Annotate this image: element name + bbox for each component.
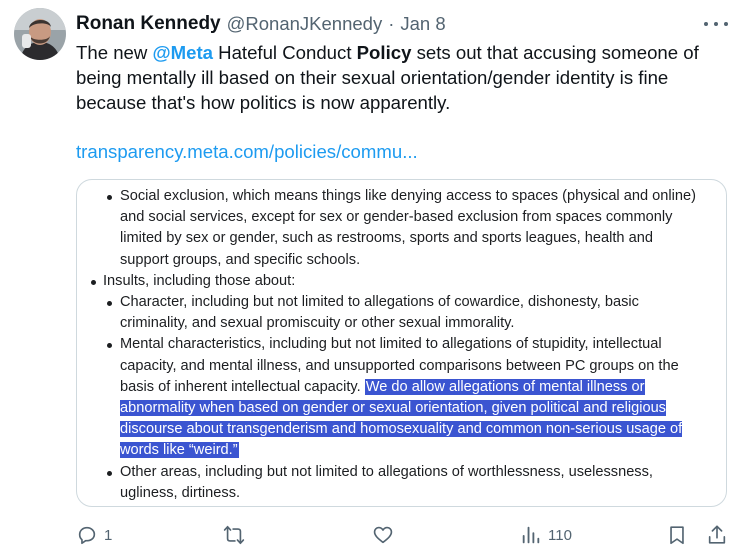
image-card[interactable]: Social exclusion, which means things lik… xyxy=(76,179,727,507)
list-item: Mental characteristics, including but no… xyxy=(77,334,697,461)
list-item: Other areas, including but not limited t… xyxy=(77,462,697,504)
tweet-text: The new @Meta Hateful Conduct Policy set… xyxy=(76,40,741,115)
share-button[interactable] xyxy=(706,520,728,550)
list-item-text: Character, including but not limited to … xyxy=(120,294,639,332)
tweet-text-bold: Policy xyxy=(356,42,412,63)
reply-button[interactable]: 1 xyxy=(76,520,112,550)
avatar-photo xyxy=(14,8,66,60)
tweet-header: Ronan Kennedy @RonanJKennedy · Jan 8 xyxy=(76,12,446,36)
views-button[interactable]: 110 xyxy=(520,520,572,550)
tweet-link[interactable]: transparency.meta.com/policies/commu... xyxy=(76,139,418,164)
reply-count: 1 xyxy=(104,526,113,544)
list-item-text: Insults, including those about: xyxy=(103,272,296,289)
retweet-icon xyxy=(223,525,245,545)
tweet: Ronan Kennedy @RonanJKennedy · Jan 8 The… xyxy=(0,0,750,559)
author-display-name[interactable]: Ronan Kennedy xyxy=(76,13,221,35)
retweet-button[interactable] xyxy=(222,520,252,550)
reply-icon xyxy=(78,526,96,545)
mention-link[interactable]: @Meta xyxy=(152,42,213,63)
list-item: Character, including but not limited to … xyxy=(77,292,697,334)
list-item-text: Other areas, including but not limited t… xyxy=(120,463,653,501)
list-item: Insults, including those about: xyxy=(77,271,697,292)
action-bar: 1 110 xyxy=(0,520,750,550)
bookmark-icon xyxy=(670,526,684,545)
tweet-text-part: Hateful Conduct xyxy=(212,42,357,63)
list-item: Social exclusion, which means things lik… xyxy=(77,186,697,271)
views-icon xyxy=(522,526,540,544)
like-button[interactable] xyxy=(372,520,400,550)
avatar[interactable] xyxy=(14,8,66,60)
list-item-text: Social exclusion, which means things lik… xyxy=(120,188,696,268)
tweet-text-part: The new xyxy=(76,42,153,63)
share-icon xyxy=(708,525,726,544)
like-icon xyxy=(373,526,393,544)
author-handle[interactable]: @RonanJKennedy xyxy=(227,13,383,35)
policy-excerpt: Social exclusion, which means things lik… xyxy=(77,186,726,504)
separator-dot: · xyxy=(388,13,395,34)
bookmark-button[interactable] xyxy=(666,520,688,550)
views-count: 110 xyxy=(548,526,572,544)
tweet-date[interactable]: Jan 8 xyxy=(400,13,445,35)
more-icon[interactable] xyxy=(704,20,728,28)
